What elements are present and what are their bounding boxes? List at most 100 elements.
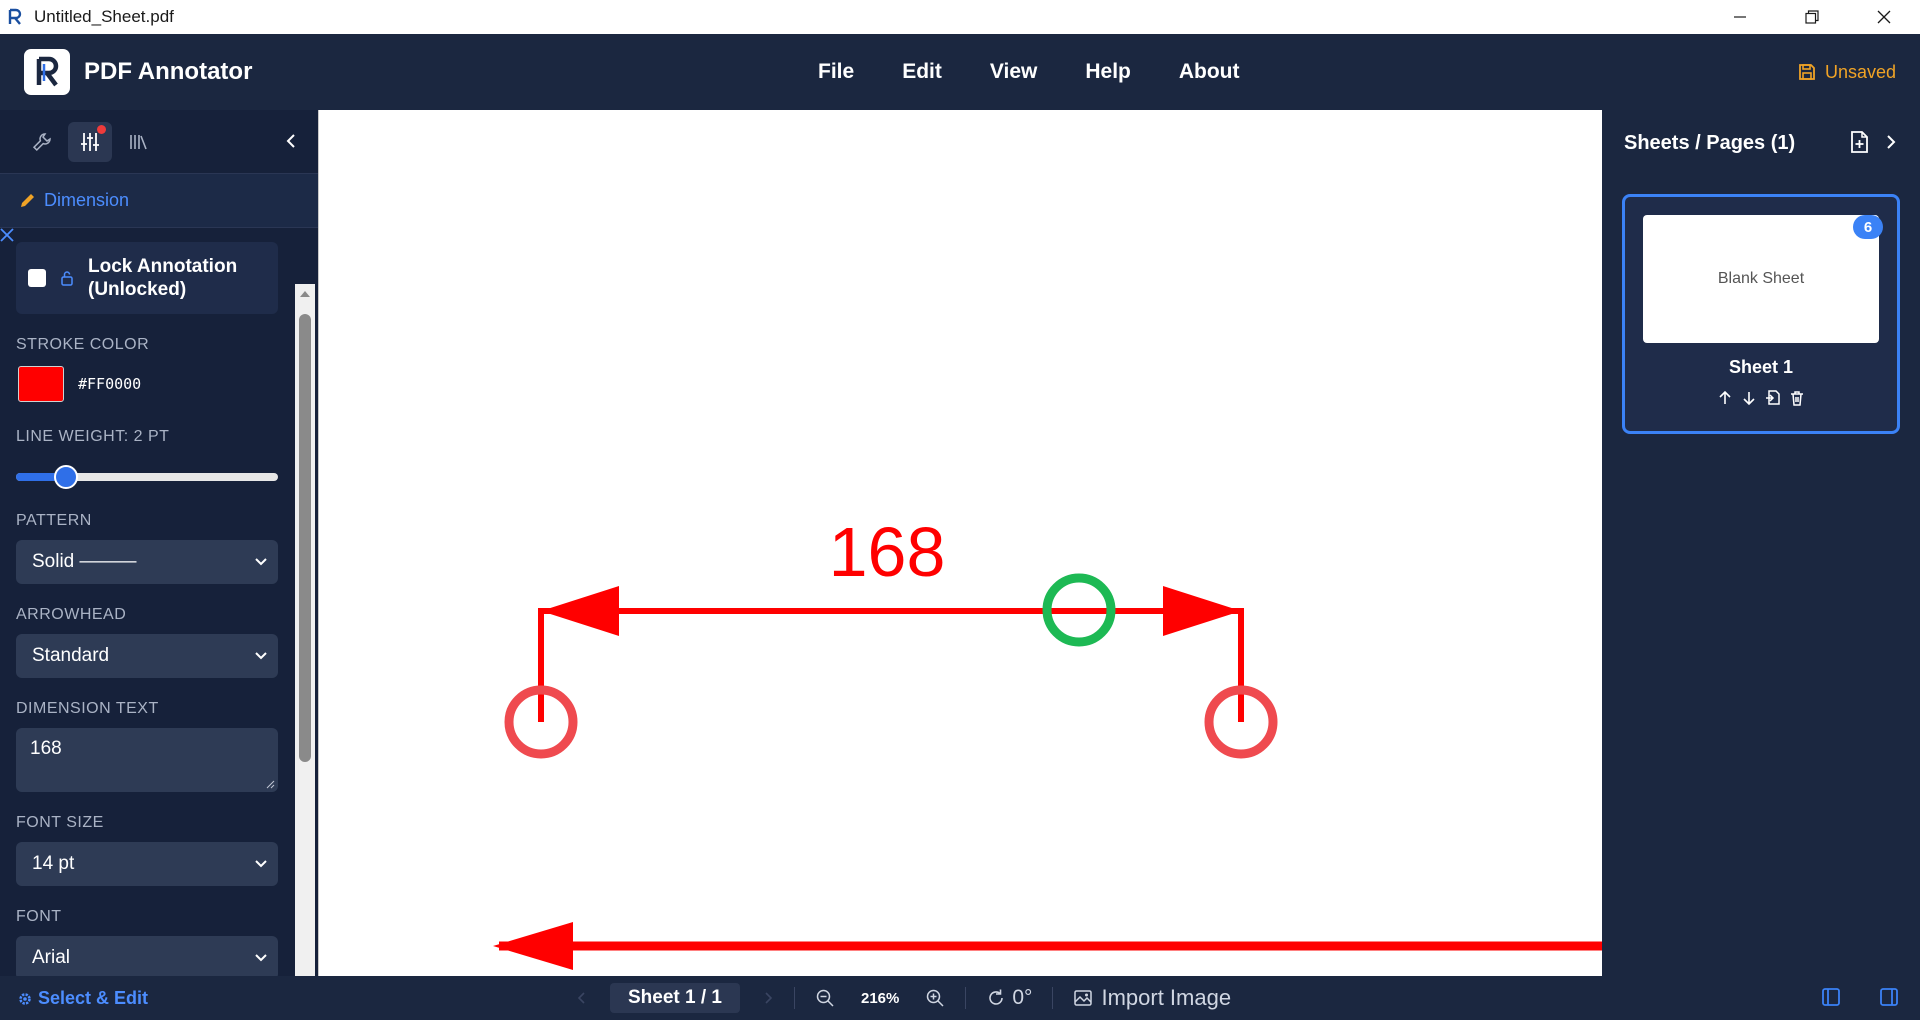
chevron-down-icon <box>255 652 267 660</box>
second-annotation[interactable] <box>493 922 1603 970</box>
zoom-in-button[interactable] <box>925 988 945 1008</box>
chevron-left-icon <box>577 992 585 1004</box>
toggle-left-panel-icon[interactable] <box>1820 986 1842 1008</box>
line-weight-slider[interactable] <box>16 465 278 489</box>
font-size-value: 14 pt <box>32 853 75 874</box>
status-bar: Select & Edit Sheet 1 / 1 216% 0° Import… <box>0 976 1920 1020</box>
tool-title: Dimension <box>44 190 130 210</box>
pattern-select[interactable]: Solid ——— <box>16 540 278 584</box>
properties-scrollbar[interactable] <box>295 284 315 1020</box>
separator <box>1052 987 1054 1009</box>
pencil-icon <box>21 193 34 207</box>
sidebar-tabs <box>0 110 318 174</box>
sheet-thumbnail-text: Blank Sheet <box>1717 270 1805 287</box>
menu-help[interactable]: Help <box>1085 60 1131 84</box>
slider-knob[interactable] <box>54 465 78 489</box>
properties-sidebar: Dimension Lock Annotation (Unlocked) STR… <box>0 110 318 1020</box>
menu-file[interactable]: File <box>818 60 854 84</box>
wrench-icon <box>32 132 51 151</box>
dimension-label: 168 <box>829 513 946 591</box>
duplicate-icon[interactable] <box>1764 389 1782 407</box>
arrowhead-label: ARROWHEAD <box>16 606 127 623</box>
arrowhead-value: Standard <box>32 645 110 666</box>
menu-view[interactable]: View <box>990 60 1037 84</box>
separator <box>794 987 795 1009</box>
scrollbar-thumb[interactable] <box>299 314 311 762</box>
restore-button[interactable] <box>1776 0 1848 34</box>
tab-properties[interactable] <box>68 121 112 162</box>
save-status[interactable]: Unsaved <box>1797 34 1896 110</box>
font-size-select[interactable]: 14 pt <box>16 842 278 886</box>
second-arrowhead <box>493 922 573 970</box>
minimize-icon <box>1734 16 1746 18</box>
brand: PDF Annotator <box>24 49 252 95</box>
add-page-icon[interactable] <box>1848 130 1870 154</box>
status-controls: Sheet 1 / 1 216% 0° Import Image <box>576 976 1231 1020</box>
lock-annotation-card[interactable]: Lock Annotation (Unlocked) <box>16 242 278 314</box>
dimension-annotation[interactable]: 168 <box>538 513 1244 722</box>
chevron-down-icon <box>255 558 267 566</box>
separator <box>965 987 967 1009</box>
rotate-icon <box>989 989 1004 1005</box>
dimension-text-input[interactable]: 168 <box>16 728 278 792</box>
main-menu: File Edit View Help About <box>818 34 1288 110</box>
stroke-color-swatch[interactable] <box>18 366 64 402</box>
line-weight-label: LINE WEIGHT: 2 PT <box>16 428 170 445</box>
panel-toggles <box>1820 986 1900 1008</box>
toggle-right-panel-icon[interactable] <box>1878 986 1900 1008</box>
rotate-button[interactable]: 0° <box>986 986 1032 1010</box>
minimize-button[interactable] <box>1704 0 1776 34</box>
lock-annotation-checkbox[interactable] <box>28 269 46 287</box>
trash-icon[interactable] <box>1788 389 1806 407</box>
mode-indicator[interactable]: Select & Edit <box>18 988 148 1009</box>
sliders-icon <box>81 132 99 151</box>
close-window-button[interactable] <box>1848 0 1920 34</box>
arrowhead-select[interactable]: Standard <box>16 634 278 678</box>
chevron-right-icon[interactable] <box>1884 130 1898 154</box>
tool-panel-header: Dimension <box>0 174 318 228</box>
annotation-count-badge: 6 <box>1853 215 1883 239</box>
zoom-level: 216% <box>861 989 900 1007</box>
mode-text: Select & Edit <box>38 988 149 1008</box>
chevron-down-icon <box>255 954 267 962</box>
tab-tools[interactable] <box>20 122 64 162</box>
previous-sheet-button[interactable] <box>576 990 588 1006</box>
sheet-thumbnail[interactable]: Blank Sheet <box>1643 215 1879 343</box>
app-name: PDF Annotator <box>84 58 253 85</box>
next-sheet-button[interactable] <box>762 990 774 1006</box>
pattern-value: Solid ——— <box>32 551 137 572</box>
zoom-out-icon <box>816 989 834 1007</box>
document-canvas[interactable]: 168 <box>318 110 1603 976</box>
font-select[interactable]: Arial <box>16 936 278 980</box>
menu-about[interactable]: About <box>1179 60 1240 84</box>
save-icon <box>1799 64 1815 80</box>
sheet-actions <box>1625 389 1897 407</box>
menu-edit[interactable]: Edit <box>902 60 942 84</box>
chevron-right-icon <box>765 992 773 1004</box>
arrowhead-right <box>1163 586 1241 636</box>
resize-grip-icon[interactable] <box>266 780 275 789</box>
pattern-label: PATTERN <box>16 512 92 529</box>
sheet-indicator: Sheet 1 / 1 <box>610 983 740 1013</box>
app-header: PDF Annotator File Edit View Help About … <box>0 34 1920 110</box>
sheet-card[interactable]: Blank Sheet 6 Sheet 1 <box>1622 194 1900 434</box>
zoom-out-button[interactable] <box>815 988 835 1008</box>
sheets-actions <box>1848 130 1898 154</box>
canvas-drawing: 168 <box>493 513 1603 970</box>
chevron-left-icon[interactable] <box>284 132 298 150</box>
scroll-up-icon[interactable] <box>299 288 311 300</box>
import-image-button[interactable]: Import Image <box>1073 985 1231 1011</box>
arrow-down-icon[interactable] <box>1740 389 1758 407</box>
chevron-down-icon <box>255 860 267 868</box>
font-label: FONT <box>16 908 62 925</box>
arrow-up-icon[interactable] <box>1716 389 1734 407</box>
sheet-name: Sheet 1 <box>1728 357 1794 377</box>
lock-state: (Unlocked) <box>88 279 187 300</box>
font-value: Arial <box>32 947 71 968</box>
save-status-text: Unsaved <box>1824 61 1896 82</box>
window-titlebar: Untitled_Sheet.pdf <box>0 0 1920 34</box>
zoom-in-icon <box>927 989 944 1007</box>
tab-library[interactable] <box>116 122 160 162</box>
rotation-value: 0° <box>1012 986 1033 1009</box>
properties-scroll-area: Lock Annotation (Unlocked) STROKE COLOR … <box>0 228 294 988</box>
